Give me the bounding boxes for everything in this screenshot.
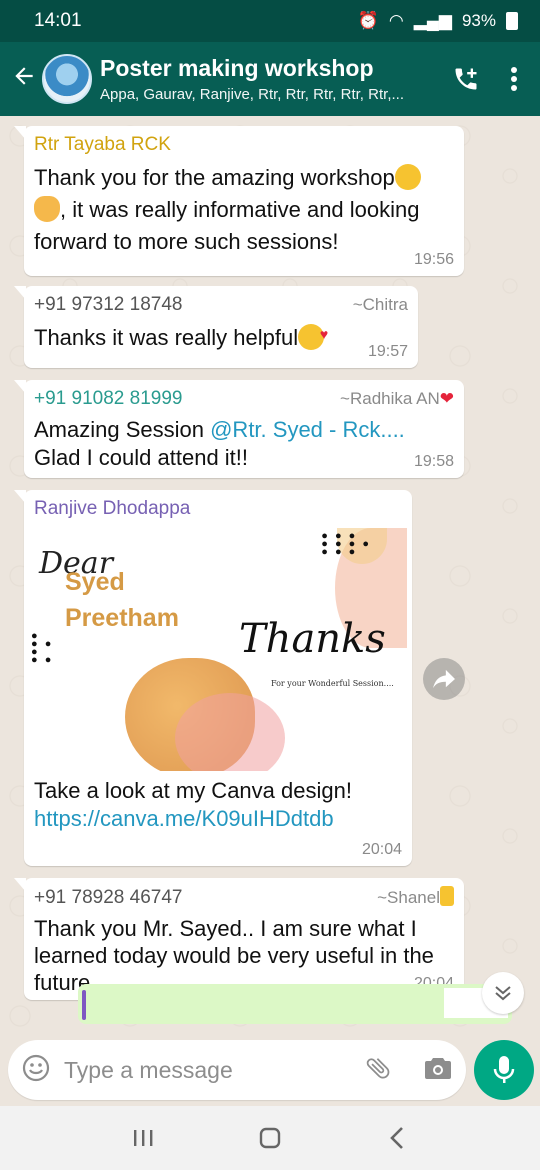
clapping-hands-emoji-icon <box>34 196 60 222</box>
sender-alias: ~Radhika AN❤ <box>340 389 454 409</box>
victory-hand-emoji-icon <box>440 886 454 906</box>
home-icon[interactable] <box>250 1118 290 1158</box>
system-nav-bar <box>0 1106 540 1170</box>
forward-button[interactable] <box>423 658 465 700</box>
message-line: forward to more such sessions! <box>34 229 339 254</box>
emoji-icon[interactable] <box>22 1054 50 1087</box>
double-chevron-down-icon <box>495 986 511 1001</box>
star-struck-emoji-icon <box>394 164 421 190</box>
message-sender: +91 97312 18748 <box>34 294 183 315</box>
message-line: Take a look at my Canva design! <box>34 778 352 803</box>
message-time: 20:04 <box>361 841 402 858</box>
voice-message-button[interactable] <box>474 1040 534 1100</box>
message-line: , it was really informative and looking <box>60 197 420 222</box>
forward-icon <box>433 669 455 689</box>
camera-icon[interactable] <box>424 1055 452 1086</box>
heart-emoji-icon: ❤ <box>439 389 454 408</box>
group-members: Appa, Gaurav, Ranjive, Rtr, Rtr, Rtr, Rt… <box>100 86 404 103</box>
message-bubble[interactable]: +91 97312 18748 ~Chitra Thanks it was re… <box>14 286 418 368</box>
back-arrow-icon[interactable] <box>6 63 42 96</box>
group-info[interactable]: Poster making workshop Appa, Gaurav, Ran… <box>100 55 452 103</box>
user-mention[interactable]: @Rtr. Syed - Rck.... <box>210 417 405 442</box>
back-icon[interactable] <box>377 1118 417 1158</box>
message-time: 19:56 <box>413 251 454 268</box>
decor-dots: ● ● ● ● ● ● <box>31 630 54 666</box>
decor-blob <box>175 693 285 771</box>
message-bubble[interactable]: +91 78928 46747 ~Shanel Thank you Mr. Sa… <box>14 878 464 1000</box>
sender-alias-text: ~Radhika AN <box>340 389 440 408</box>
image-text-subtitle: For your Wonderful Session.... <box>271 679 394 688</box>
chat-header: Poster making workshop Appa, Gaurav, Ran… <box>0 42 540 116</box>
message-line: Glad I could attend it!! <box>34 445 249 470</box>
message-sender: +91 78928 46747 <box>34 887 183 908</box>
shared-image[interactable]: ● ● ● ● ● ● ● ● ● ● ● ● ● ● ● ● Dear Syed Pr… <box>29 528 407 771</box>
message-composer <box>8 1040 466 1100</box>
message-line: Thank you for the amazing workshop <box>34 165 395 190</box>
alarm-icon: ⏰ <box>357 11 379 30</box>
message-line: Amazing Session <box>34 417 211 442</box>
message-text: Amazing Session @Rtr. Syed - Rck.... Gla… <box>34 416 454 472</box>
message-line: Thank you Mr. Sayed.. I am sure what I <box>34 916 417 941</box>
status-time: 14:01 <box>34 10 82 31</box>
message-sender: Ranjive Dhodappa <box>34 498 191 519</box>
message-sender: +91 91082 81999 <box>34 388 183 409</box>
image-text-name: Preetham <box>65 604 179 632</box>
message-text: Thank you for the amazing workshop , it … <box>34 162 454 258</box>
battery-percent: 93% <box>461 11 496 30</box>
sender-alias: ~Chitra <box>352 295 408 314</box>
sender-alias: ~Shanel <box>377 886 454 908</box>
message-bubble[interactable]: Rtr Tayaba RCK Thank you for the amazing… <box>14 126 464 276</box>
more-options-icon[interactable] <box>510 66 518 92</box>
scroll-to-bottom-button[interactable] <box>482 972 524 1014</box>
message-time: 19:57 <box>367 343 408 360</box>
message-text: Thanks it was really helpful <box>34 318 408 354</box>
signal-icon: ▂▄▆ <box>413 11 452 30</box>
message-line: learned today would be very useful in th… <box>34 943 434 968</box>
canva-link[interactable]: https://canva.me/K09uIHDdtdb <box>34 806 334 831</box>
message-sender: Rtr Tayaba RCK <box>34 134 171 155</box>
status-icons: ⏰ ◠ ▂▄▆ 93% <box>358 11 518 31</box>
wifi-icon: ◠ <box>388 11 404 30</box>
status-bar: 14:01 ⏰ ◠ ▂▄▆ 93% <box>0 0 540 42</box>
group-title: Poster making workshop <box>100 55 374 81</box>
message-time: 19:58 <box>413 453 454 470</box>
group-avatar[interactable] <box>42 54 92 104</box>
message-bubble[interactable]: +91 91082 81999 ~Radhika AN❤ Amazing Ses… <box>14 380 464 478</box>
message-input[interactable] <box>64 1056 364 1084</box>
attachment-icon[interactable] <box>364 1054 392 1087</box>
outgoing-message-peek[interactable] <box>78 984 512 1024</box>
message-text: Take a look at my Canva design! https://… <box>29 777 407 833</box>
image-text-thanks: Thanks <box>239 616 386 662</box>
battery-icon <box>506 12 518 30</box>
image-text-name: Syed <box>65 568 125 596</box>
microphone-icon <box>493 1056 515 1083</box>
add-call-icon[interactable] <box>452 65 480 93</box>
decor-dots: ● ● ● ● ● ● ● ● ● ● <box>321 530 371 558</box>
recent-apps-icon[interactable] <box>123 1118 163 1158</box>
message-bubble[interactable]: Ranjive Dhodappa ● ● ● ● ● ● ● ● ● ● ● ● ●… <box>14 490 412 866</box>
smiling-face-with-hearts-emoji-icon <box>298 318 328 350</box>
chat-area[interactable]: Rtr Tayaba RCK Thank you for the amazing… <box>0 116 540 1116</box>
sender-alias-text: ~Shanel <box>377 888 440 907</box>
message-line: Thanks it was really helpful <box>34 325 299 350</box>
